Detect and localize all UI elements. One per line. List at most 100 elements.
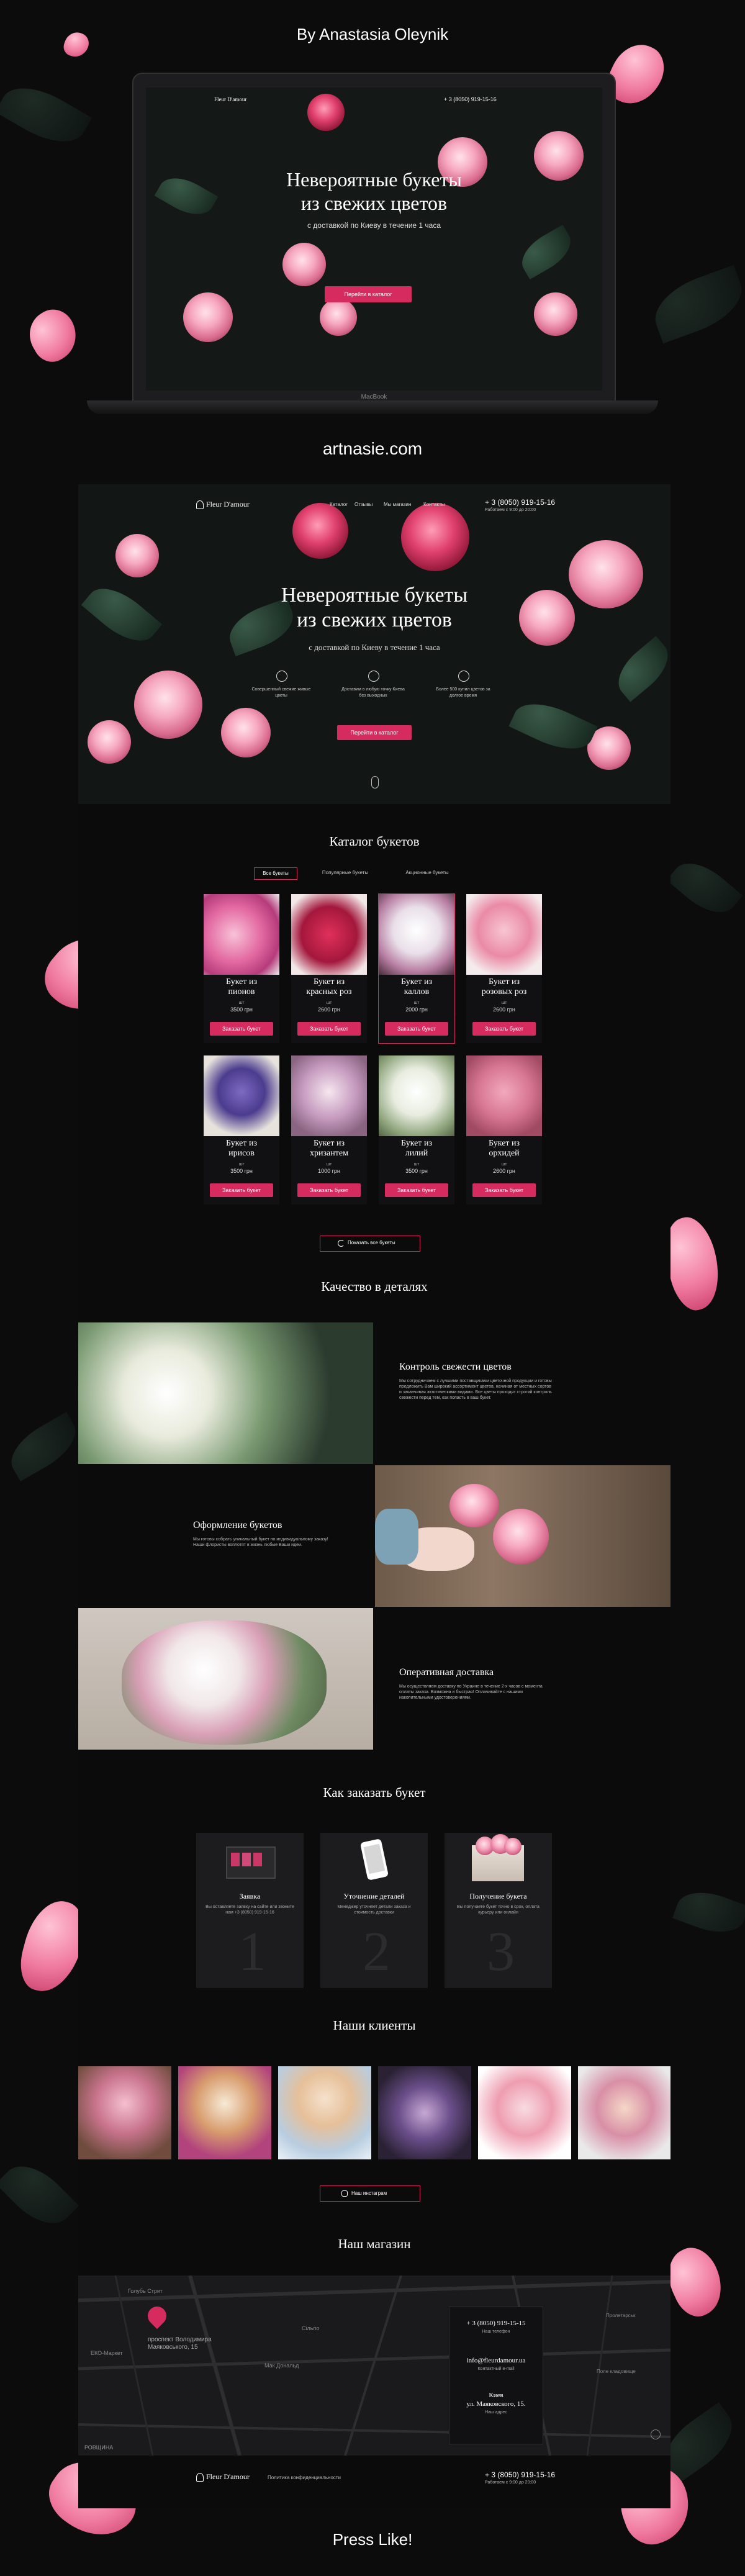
product-price: 2000 грн (405, 1006, 428, 1013)
catalog-tab-popular[interactable]: Популярные букеты (311, 867, 379, 879)
step-title: Заявка (239, 1892, 261, 1900)
order-button[interactable]: Заказать букет (385, 1183, 448, 1197)
step-text: Менеджер уточняет детали заказа и стоимо… (337, 1905, 411, 1915)
map-label: ЕКО-Маркет (91, 2350, 123, 2356)
phone-icon (359, 1838, 389, 1881)
client-photo[interactable] (178, 2066, 271, 2159)
footer-brand[interactable]: Fleur D'amour (206, 2472, 250, 2482)
nav-item-contacts[interactable]: Контакты (423, 502, 445, 507)
instagram-button[interactable]: Наш инстаграм (320, 2185, 420, 2202)
client-photo[interactable] (578, 2066, 670, 2159)
site-footer: Fleur D'amour Политика конфиденциальност… (78, 2456, 670, 2508)
shop-email[interactable]: info@fleurdamour.ua (449, 2357, 543, 2364)
mockup-brand: Fleur D'amour (214, 96, 247, 102)
order-button[interactable]: Заказать букет (210, 1022, 273, 1036)
nav-item-shop[interactable]: Мы магазин (384, 502, 411, 507)
header-phone[interactable]: + 3 (8050) 919-15-16 (485, 498, 555, 507)
shop-phone-label: Наш телефон (482, 2330, 510, 2334)
product-volume: шт (501, 1162, 507, 1167)
order-button[interactable]: Заказать букет (385, 1022, 448, 1036)
product-volume: шт (413, 1162, 420, 1167)
quality-text-2: Мы готовы собрать уникальный букет по ин… (193, 1537, 328, 1547)
rose-image (134, 671, 202, 739)
show-all-button[interactable]: Показать все букеты (320, 1236, 420, 1252)
quality-heading-3: Оперативная доставка (399, 1667, 494, 1678)
product-image (466, 1055, 542, 1136)
shop-email-label: Контактный e-mail (477, 2367, 515, 2371)
shop-phone[interactable]: + 3 (8050) 919-15-15 (449, 2320, 543, 2327)
client-photo[interactable] (78, 2066, 171, 2159)
footer-phone[interactable]: + 3 (8050) 919-15-16 (485, 2470, 555, 2479)
product-image (379, 1055, 454, 1136)
laptop-label: MacBook (361, 394, 387, 400)
client-photo[interactable] (478, 2066, 571, 2159)
logo-icon[interactable] (196, 500, 204, 509)
shop-map[interactable]: Голубь Стрит ЕКО-Маркет проспект Володим… (78, 2275, 670, 2456)
credit-text: By Anastasia Oleynik (296, 25, 449, 43)
product-price: 2600 грн (493, 1168, 515, 1174)
brand-logo[interactable]: Fleur D'amour (206, 500, 250, 509)
product-card[interactable]: Букет из орхидей шт 2600 грн Заказать бук… (466, 1055, 542, 1204)
quality-image-delivery (78, 1608, 373, 1750)
client-photo[interactable] (378, 2066, 471, 2159)
product-image (379, 894, 454, 975)
product-image (204, 894, 279, 975)
product-name: Букет из розовых роз (481, 977, 527, 997)
product-volume: шт (326, 1001, 332, 1005)
rose-image (115, 534, 159, 577)
catalog-title: Каталог букетов (329, 834, 420, 849)
product-card[interactable]: Букет из хризантем шт 1000 грн Заказать б… (291, 1055, 367, 1204)
order-button[interactable]: Заказать букет (297, 1022, 361, 1036)
order-button[interactable]: Заказать букет (472, 1022, 536, 1036)
product-price: 3500 грн (230, 1006, 253, 1013)
product-image (291, 894, 367, 975)
location-icon (368, 671, 379, 682)
step-card: 1 Заявка Вы оставляете заявку на сайте и… (196, 1833, 304, 1988)
product-name: Букет из каллов (401, 977, 432, 997)
show-all-label: Показать все букеты (348, 1240, 395, 1245)
product-image (466, 894, 542, 975)
flower-icon (276, 671, 287, 682)
map-label: Голубь Стрит (128, 2288, 163, 2294)
order-button[interactable]: Заказать букет (472, 1183, 536, 1197)
refresh-icon (338, 1240, 345, 1247)
product-card[interactable]: Букет из красных роз шт 2600 грн Заказать… (291, 894, 367, 1043)
order-button[interactable]: Заказать букет (210, 1183, 273, 1197)
catalog-tab-all[interactable]: Все букеты (254, 867, 297, 880)
step-text: Вы получаете букет точно в срок, оплата … (457, 1905, 540, 1915)
product-name: Букет из лилий (401, 1139, 432, 1158)
gift-box-icon (472, 1834, 524, 1881)
hero-catalog-button[interactable]: Перейти в каталог (337, 725, 412, 740)
compass-icon (651, 2429, 661, 2439)
logo-icon[interactable] (196, 2473, 204, 2482)
product-price: 3500 грн (405, 1168, 428, 1174)
catalog-tab-sale[interactable]: Акционные букеты (393, 867, 461, 879)
order-button[interactable]: Заказать букет (297, 1183, 361, 1197)
shop-address-label: Наш адрес (485, 2410, 507, 2415)
scroll-mouse-icon[interactable] (371, 776, 379, 789)
step-card: 2 Уточнение деталей Менеджер уточняет де… (320, 1833, 428, 1988)
product-card[interactable]: Букет из каллов шт 2000 грн Заказать буке… (378, 893, 455, 1044)
privacy-policy-link[interactable]: Политика конфиденциальности (268, 2475, 341, 2480)
client-photo[interactable] (278, 2066, 371, 2159)
product-volume: шт (326, 1162, 332, 1167)
step-title: Уточнение деталей (343, 1892, 405, 1900)
product-card[interactable]: Букет из ирисов шт 3500 грн Заказать буке… (204, 1055, 279, 1204)
mockup-hero-title-2: из свежих цветов (300, 192, 448, 214)
instagram-label: Наш инстаграм (351, 2190, 387, 2196)
product-image (204, 1055, 279, 1136)
shop-title: Наш магазин (338, 2236, 411, 2251)
laptop-screen: Fleur D'amour + 3 (8050) 919-15-16 Невер… (146, 88, 602, 391)
hero-title-line2: из свежих цветов (297, 608, 452, 631)
mockup-hero-subtitle: с доставкой по Киеву в течение 1 часа (307, 221, 441, 230)
rose-image (401, 503, 469, 571)
step-number: 1 (238, 1921, 266, 1982)
product-volume: шт (238, 1162, 245, 1167)
nav-item-reviews[interactable]: Отзывы (354, 502, 372, 507)
product-card[interactable]: Букет из лилий шт 3500 грн Заказать букет (379, 1055, 454, 1204)
step-number: 2 (363, 1921, 391, 1982)
badge-icon (458, 671, 469, 682)
product-card[interactable]: Букет из пионов шт 3500 грн Заказать буке… (204, 894, 279, 1043)
product-card[interactable]: Букет из розовых роз шт 2600 грн Заказать… (466, 894, 542, 1043)
nav-item-catalog[interactable]: Каталог (330, 502, 348, 507)
